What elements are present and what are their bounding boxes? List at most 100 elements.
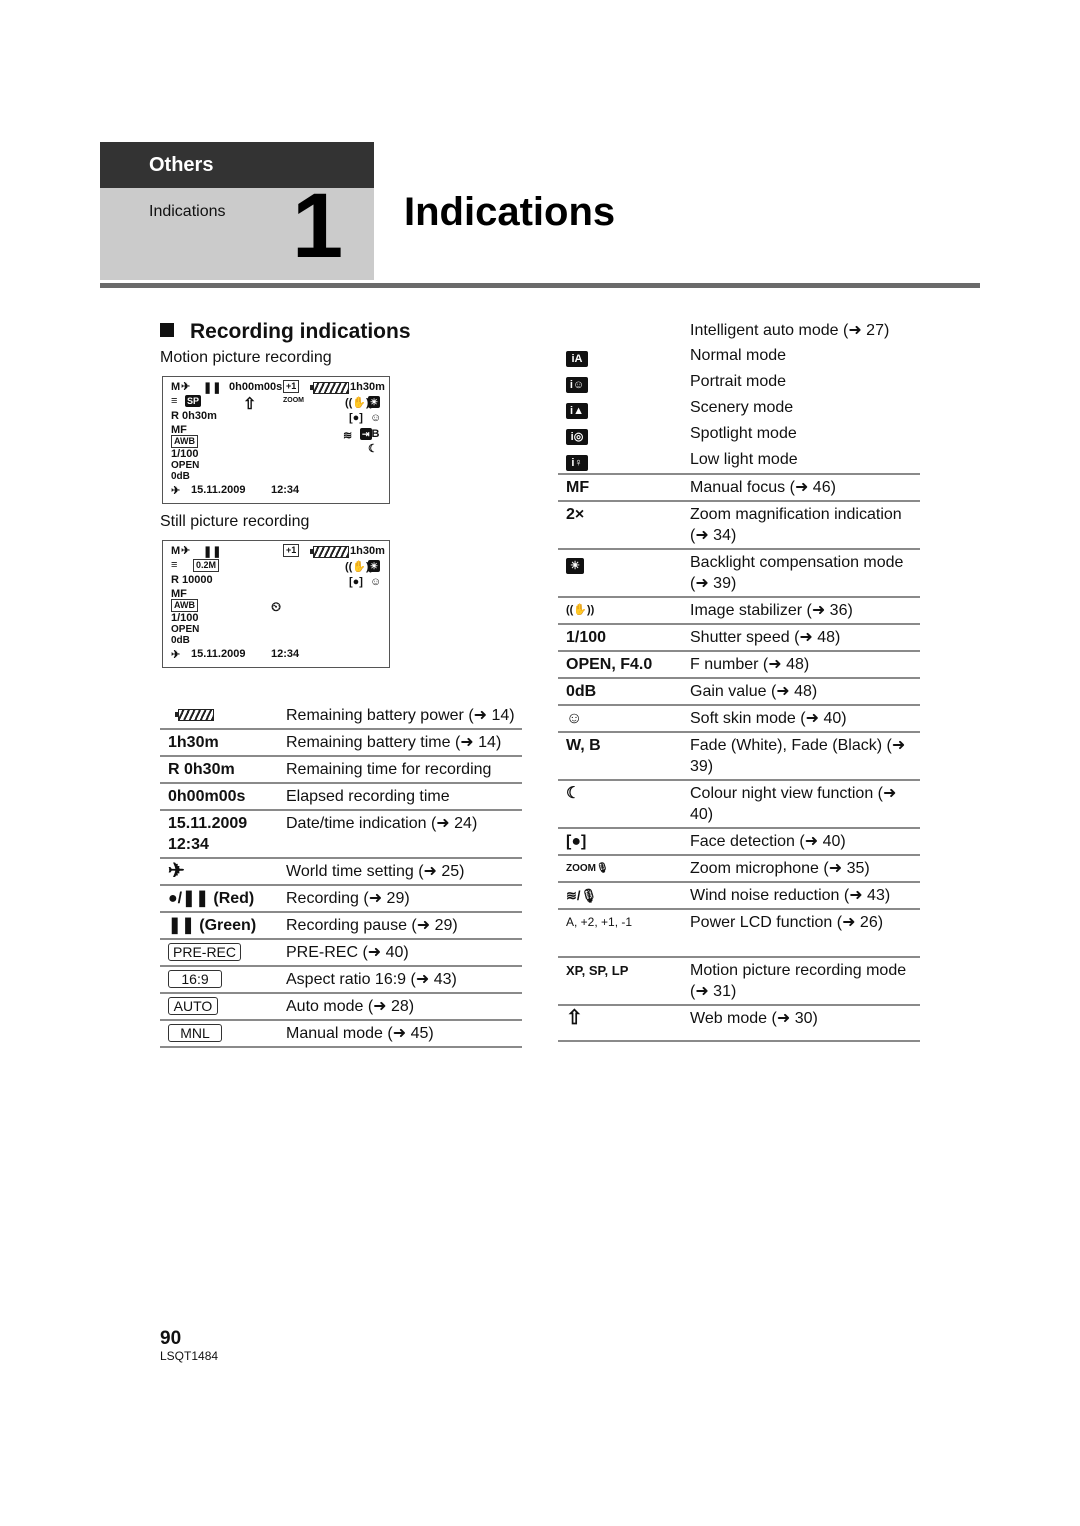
shutter-value: 1/100 [171, 448, 199, 460]
fade-icon: W, B [566, 737, 601, 754]
self-timer-icon: ⏲ [271, 599, 282, 614]
table-row: ZOOM🎙 Zoom microphone (➜ 35) [558, 856, 920, 883]
shutter-value: 1/100 [171, 612, 199, 624]
table-row: ≋/🎙 Wind noise reduction (➜ 43) [558, 883, 920, 910]
table-row: ❚❚ (Green) Recording pause (➜ 29) [160, 913, 522, 940]
battery-icon [175, 709, 214, 721]
airplane-icon: ✈ [171, 485, 181, 497]
table-row: ☀ Backlight compensation mode (➜ 39) [558, 550, 920, 598]
table-row: OPEN, F4.0 F number (➜ 48) [558, 652, 920, 679]
battery-time: 1h30m [350, 545, 385, 557]
table-row: W, B Fade (White), Fade (Black) (➜ 39) [558, 733, 920, 781]
lcd-motion: M ✈ ❚❚ 0h00m00s +1 1h30m ≡ SP ⇧ ZOOM ((✋… [162, 376, 390, 504]
motion-icon: ✈ [181, 381, 191, 393]
ia-scenery-icon: i▲ [566, 403, 588, 419]
awb-label: AWB [171, 599, 198, 612]
ia-lowlight-icon: i♀ [566, 455, 588, 471]
night-view-icon: ☾ [368, 443, 378, 455]
fade-icon: ⇥ B [360, 428, 380, 440]
table-row: i☺ Portrait mode [558, 369, 920, 395]
soft-skin-icon: ☺ [370, 576, 382, 588]
section-title: Recording indications [160, 320, 411, 344]
web-mode-icon: ⇧ [566, 1007, 583, 1029]
date-value: 15.11.2009 [191, 648, 246, 660]
zoom-mic-icon: ZOOM [283, 397, 304, 404]
table-row: A, +2, +1, -1 Power LCD function (➜ 26) [558, 910, 920, 958]
table-row: ☺ Soft skin mode (➜ 40) [558, 706, 920, 733]
date-value: 15.11.2009 [191, 484, 246, 496]
awb-label: AWB [171, 435, 198, 448]
iris-value: OPEN [171, 460, 200, 471]
battery-time: 1h30m [350, 381, 385, 393]
rec-mode-icon: XP, SP, LP [566, 963, 629, 978]
page-number: 90 [160, 1328, 182, 1349]
table-row: 1h30m Remaining battery time (➜ 14) [160, 730, 522, 757]
table-row: 1/100 Shutter speed (➜ 48) [558, 625, 920, 652]
motion-label: Motion picture recording [160, 349, 332, 366]
gain-value: 0dB [171, 635, 190, 646]
table-row: [●] Face detection (➜ 40) [558, 829, 920, 856]
backlight-icon: ☀ [368, 396, 381, 408]
face-detection-icon: [●] [349, 576, 363, 588]
ia-spotlight-icon: i◎ [566, 429, 588, 445]
wind-noise-icon: ≋ [343, 430, 353, 442]
soft-skin-icon: ☺ [566, 710, 583, 727]
time-value: 12:34 [271, 484, 300, 496]
table-row: 0h00m00s Elapsed recording time [160, 784, 522, 811]
table-row: XP, SP, LP Motion picture recording mode … [558, 958, 920, 1006]
table-row: R 0h30m Remaining time for recording [160, 757, 522, 784]
table-row: 0dB Gain value (➜ 48) [558, 679, 920, 706]
subsection-label: Indications [149, 203, 226, 220]
backlight-icon: ☀ [368, 560, 381, 572]
table-row: ✈ World time setting (➜ 25) [160, 859, 522, 886]
rec-mode-icon: SP [185, 395, 202, 407]
time-value: 12:34 [271, 648, 300, 660]
backlight-icon: ☀ [566, 558, 584, 574]
airplane-icon: ✈ [171, 649, 181, 661]
card-icon: ≡ [171, 395, 178, 407]
still-label: Still picture recording [160, 513, 310, 530]
night-view-icon: ☾ [566, 785, 581, 802]
battery-icon [310, 546, 349, 558]
table-row: MF Manual focus (➜ 46) [558, 475, 920, 502]
left-indication-table: Remaining battery power (➜ 14) 1h30m Rema… [160, 703, 522, 1048]
remaining-count: R 10000 [171, 574, 213, 586]
power-lcd-icon: A, +2, +1, -1 [566, 915, 633, 929]
table-row: ●/❚❚ (Red) Recording (➜ 29) [160, 886, 522, 913]
table-row: Remaining battery power (➜ 14) [160, 703, 522, 730]
motion-icon: ✈ [181, 545, 191, 557]
mode-label: M [171, 381, 181, 393]
face-detection-icon: [●] [349, 412, 363, 424]
card-icon: ≡ [171, 559, 178, 571]
lcd-still: M ✈ ❚❚ +1 1h30m ≡ 0.2M ((✋)) ☀ R 10000 [… [162, 540, 390, 668]
iris-value: OPEN [171, 624, 200, 635]
table-row: MNL Manual mode (➜ 45) [160, 1021, 522, 1048]
table-row: i♀ Low light mode [558, 447, 920, 475]
table-row: 16:9 Aspect ratio 16:9 (➜ 43) [160, 967, 522, 994]
table-row: Intelligent auto mode (➜ 27) [690, 322, 890, 339]
power-lcd-icon: +1 [283, 380, 300, 393]
table-row: AUTO Auto mode (➜ 28) [160, 994, 522, 1021]
face-detection-icon: [●] [566, 833, 587, 850]
chapter-number: 1 [292, 175, 344, 277]
document-code: LSQT1484 [160, 1349, 219, 1363]
pause-icon: ❚❚ [203, 546, 222, 558]
remaining-time: R 0h30m [171, 410, 217, 422]
table-row: PRE-REC PRE-REC (➜ 40) [160, 940, 522, 967]
stabilizer-icon: ((✋)) [566, 604, 595, 616]
square-bullet-icon [160, 323, 174, 337]
page-title: Indications [404, 190, 616, 234]
ia-portrait-icon: i☺ [566, 377, 588, 393]
soft-skin-icon: ☺ [370, 412, 382, 424]
power-lcd-icon: +1 [283, 544, 300, 557]
web-mode-icon: ⇧ [243, 396, 257, 413]
mode-label: M [171, 545, 181, 557]
zoom-mic-icon: ZOOM🎙 [566, 863, 609, 874]
table-row: 2× Zoom magnification indication (➜ 34) [558, 502, 920, 550]
table-row: ((✋)) Image stabilizer (➜ 36) [558, 598, 920, 625]
table-row: iA Normal mode [558, 343, 920, 369]
gain-value: 0dB [171, 471, 190, 482]
picture-size-icon: 0.2M [193, 559, 220, 572]
table-row: 15.11.2009 12:34 Date/time indication (➜ … [160, 811, 522, 859]
wind-noise-icon: ≋/🎙 [566, 888, 598, 903]
